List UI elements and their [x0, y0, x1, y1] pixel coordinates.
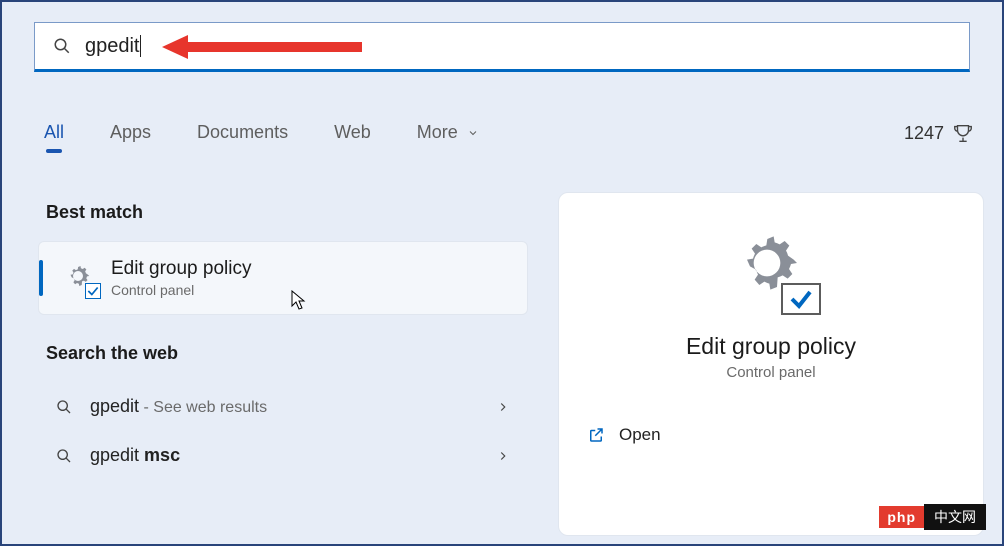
rewards-indicator[interactable]: 1247: [904, 122, 974, 144]
web-result-text: gpedit - See web results: [90, 396, 496, 417]
check-badge-icon: [781, 283, 821, 315]
open-external-icon: [587, 426, 605, 444]
result-text-block: Edit group policy Control panel: [111, 258, 251, 298]
open-label: Open: [619, 425, 661, 445]
search-bar[interactable]: gpedit: [34, 22, 970, 72]
web-result-extra: - See web results: [139, 399, 267, 416]
tab-apps[interactable]: Apps: [110, 122, 151, 153]
result-title: Edit group policy: [111, 258, 251, 280]
web-result-prefix: gpedit: [90, 396, 139, 416]
search-web-heading: Search the web: [46, 343, 528, 364]
web-result-bold: msc: [144, 445, 180, 465]
results-column: Best match Edit group policy Control pan…: [38, 202, 528, 480]
best-match-heading: Best match: [46, 202, 528, 223]
web-result-text: gpedit msc: [90, 445, 496, 466]
tab-more-label: More: [417, 122, 458, 142]
web-result-0[interactable]: gpedit - See web results: [38, 382, 528, 431]
tab-documents[interactable]: Documents: [197, 122, 288, 153]
search-icon: [56, 399, 72, 415]
rewards-points: 1247: [904, 123, 944, 144]
check-badge-icon: [85, 283, 101, 299]
search-icon: [56, 448, 72, 464]
best-match-result[interactable]: Edit group policy Control panel: [38, 241, 528, 315]
watermark: php 中文网: [879, 504, 986, 530]
filter-tabs: All Apps Documents Web More: [44, 122, 960, 153]
preview-pane: Edit group policy Control panel Open: [558, 192, 984, 536]
preview-app-icon: [727, 223, 815, 311]
cursor-icon: [291, 290, 307, 310]
tab-more[interactable]: More: [417, 122, 479, 153]
result-subtitle: Control panel: [111, 282, 251, 298]
result-app-icon: [63, 261, 97, 295]
open-action[interactable]: Open: [583, 417, 665, 453]
chevron-right-icon: [496, 449, 510, 463]
tab-web[interactable]: Web: [334, 122, 371, 153]
web-result-1[interactable]: gpedit msc: [38, 431, 528, 480]
chevron-down-icon: [467, 127, 479, 139]
preview-subtitle: Control panel: [726, 364, 815, 381]
watermark-left: php: [879, 506, 924, 528]
preview-title: Edit group policy: [686, 333, 856, 360]
watermark-right: 中文网: [924, 504, 986, 530]
chevron-right-icon: [496, 400, 510, 414]
web-result-prefix: gpedit: [90, 445, 144, 465]
tab-all[interactable]: All: [44, 122, 64, 153]
trophy-icon: [952, 122, 974, 144]
